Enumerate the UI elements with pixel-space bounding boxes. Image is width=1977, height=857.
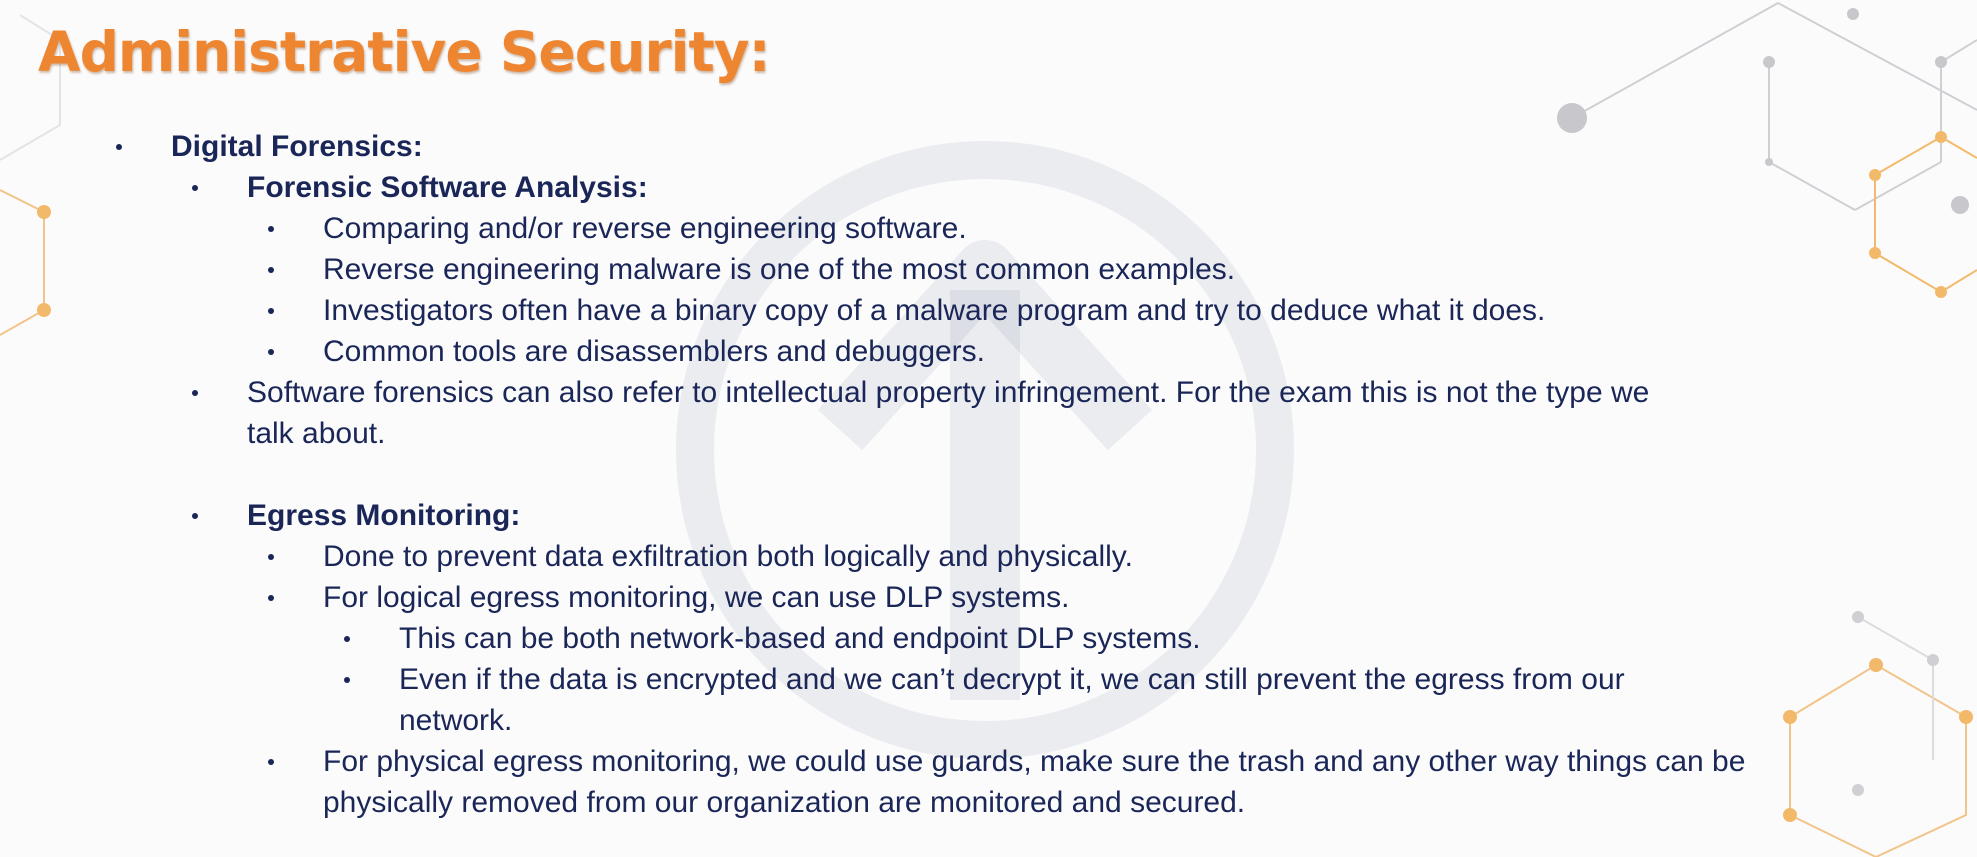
bullet-dot-icon	[268, 308, 274, 314]
bullet-software-forensics: Software forensics can also refer to int…	[192, 372, 1649, 413]
slide-title: Administrative Security:	[38, 20, 771, 84]
bullet-egress-3: For physical egress monitoring, we could…	[268, 741, 1745, 782]
bullet-dot-icon	[268, 267, 274, 273]
bullet-fsa-1: Comparing and/or reverse engineering sof…	[268, 208, 967, 249]
bottom-hexagon-icon	[1783, 658, 1973, 857]
bullet-dot-icon	[268, 759, 274, 765]
bullet-dot-icon	[192, 185, 198, 191]
bullet-egress-monitoring: Egress Monitoring:	[192, 495, 520, 536]
bullet-dot-icon	[268, 554, 274, 560]
network-graph-icon	[1557, 2, 1977, 214]
bullet-dot-icon	[344, 636, 350, 642]
bottom-network-icon	[1852, 611, 1939, 796]
bullet-forensic-software-analysis: Forensic Software Analysis:	[192, 167, 648, 208]
bullet-dot-icon	[268, 226, 274, 232]
bullet-fsa-3: Investigators often have a binary copy o…	[268, 290, 1545, 331]
left-hexagon-icon	[0, 189, 51, 336]
bullet-digital-forensics: Digital Forensics:	[116, 126, 423, 167]
bullet-dot-icon	[192, 390, 198, 396]
bullet-egress-1: Done to prevent data exfiltration both l…	[268, 536, 1133, 577]
bullet-software-forensics-cont: talk about.	[247, 417, 386, 450]
bullet-egress-3-cont: physically removed from our organization…	[323, 786, 1246, 819]
bullet-dot-icon	[268, 349, 274, 355]
bullet-egress-2a: This can be both network-based and endpo…	[344, 618, 1201, 659]
bullet-dot-icon	[344, 677, 350, 683]
hexagon-accent-icon	[1869, 131, 1977, 298]
bullet-dot-icon	[116, 144, 122, 150]
bullet-dot-icon	[192, 513, 198, 519]
bullet-fsa-2: Reverse engineering malware is one of th…	[268, 249, 1235, 290]
bullet-egress-2: For logical egress monitoring, we can us…	[268, 577, 1069, 618]
bullet-egress-2b-cont: network.	[399, 704, 513, 737]
bullet-egress-2b: Even if the data is encrypted and we can…	[344, 659, 1625, 700]
bullet-dot-icon	[268, 595, 274, 601]
bullet-fsa-4: Common tools are disassemblers and debug…	[268, 331, 985, 372]
